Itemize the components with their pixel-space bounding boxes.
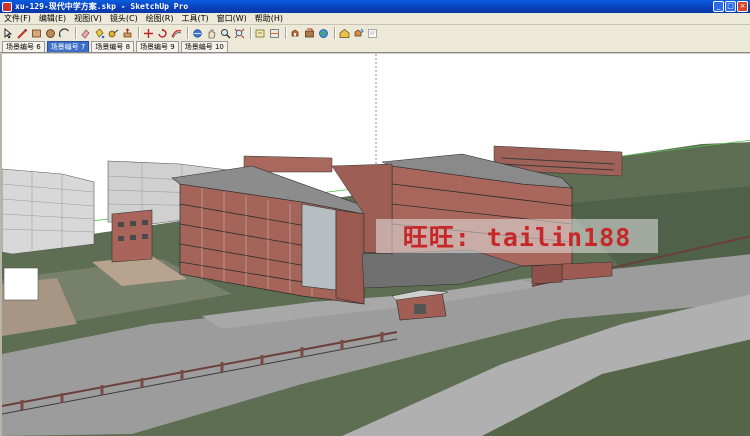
model-viewport[interactable]: 旺旺: tailin188 — [0, 54, 750, 436]
scene-tab-7[interactable]: 场景编号 7 — [46, 41, 90, 52]
zoom-icon[interactable] — [219, 27, 232, 40]
geo-location-icon[interactable] — [317, 27, 330, 40]
toolbar-separator — [285, 27, 286, 39]
arc-icon[interactable] — [58, 27, 71, 40]
components-icon[interactable] — [289, 27, 302, 40]
menu-bar: 文件(F) 编辑(E) 视图(V) 镜头(C) 绘图(R) 工具(T) 窗口(W… — [0, 13, 750, 25]
warehouse-icon[interactable] — [338, 27, 351, 40]
watermark-badge: 旺旺: tailin188 — [376, 219, 658, 253]
toolbar-separator — [187, 27, 188, 39]
scene-tab-9[interactable]: 场景编号 9 — [136, 41, 179, 52]
menu-window[interactable]: 窗口(W) — [213, 13, 251, 24]
share-icon[interactable] — [352, 27, 365, 40]
close-button[interactable]: × — [737, 1, 748, 12]
toolbar-separator — [75, 27, 76, 39]
tape-measure-icon[interactable] — [107, 27, 120, 40]
toolbar-separator — [334, 27, 335, 39]
menu-tools[interactable]: 工具(T) — [178, 13, 213, 24]
orbit-icon[interactable] — [191, 27, 204, 40]
menu-edit[interactable]: 编辑(E) — [35, 13, 70, 24]
window-title: xu-129-现代中学方案.skp - SketchUp Pro — [15, 2, 189, 11]
section-icon[interactable] — [268, 27, 281, 40]
pencil-line-icon[interactable] — [16, 27, 29, 40]
scene-tab-8[interactable]: 场景编号 8 — [91, 41, 135, 52]
materials-icon[interactable] — [303, 27, 316, 40]
toolbar-separator — [250, 27, 251, 39]
select-icon[interactable] — [2, 27, 15, 40]
maximize-button[interactable]: □ — [725, 1, 736, 12]
scene-tabs: 场景编号 6 场景编号 7 场景编号 8 场景编号 9 场景编号 10 — [0, 41, 750, 53]
menu-file[interactable]: 文件(F) — [0, 13, 35, 24]
zoom-extents-icon[interactable] — [233, 27, 246, 40]
eraser-icon[interactable] — [79, 27, 92, 40]
walk-icon[interactable] — [254, 27, 267, 40]
move-icon[interactable] — [142, 27, 155, 40]
window-controls: _ □ × — [713, 1, 748, 12]
minimize-button[interactable]: _ — [713, 1, 724, 12]
main-toolbar — [0, 25, 750, 41]
title-bar: xu-129-现代中学方案.skp - SketchUp Pro _ □ × — [0, 0, 750, 13]
rotate-icon[interactable] — [156, 27, 169, 40]
layout-icon[interactable] — [366, 27, 379, 40]
rectangle-icon[interactable] — [30, 27, 43, 40]
circle-icon[interactable] — [44, 27, 57, 40]
offset-icon[interactable] — [170, 27, 183, 40]
scene-tab-10[interactable]: 场景编号 10 — [180, 41, 228, 52]
pan-icon[interactable] — [205, 27, 218, 40]
menu-view[interactable]: 视图(V) — [70, 13, 106, 24]
push-pull-icon[interactable] — [121, 27, 134, 40]
menu-camera[interactable]: 镜头(C) — [106, 13, 142, 24]
menu-help[interactable]: 帮助(H) — [251, 13, 287, 24]
menu-draw[interactable]: 绘图(R) — [142, 13, 178, 24]
watermark-text: 旺旺: tailin188 — [402, 223, 632, 252]
toolbar-separator — [138, 27, 139, 39]
sketchup-app-icon[interactable] — [2, 1, 12, 12]
paint-bucket-icon[interactable] — [93, 27, 106, 40]
scene-tab-6[interactable]: 场景编号 6 — [2, 41, 45, 52]
